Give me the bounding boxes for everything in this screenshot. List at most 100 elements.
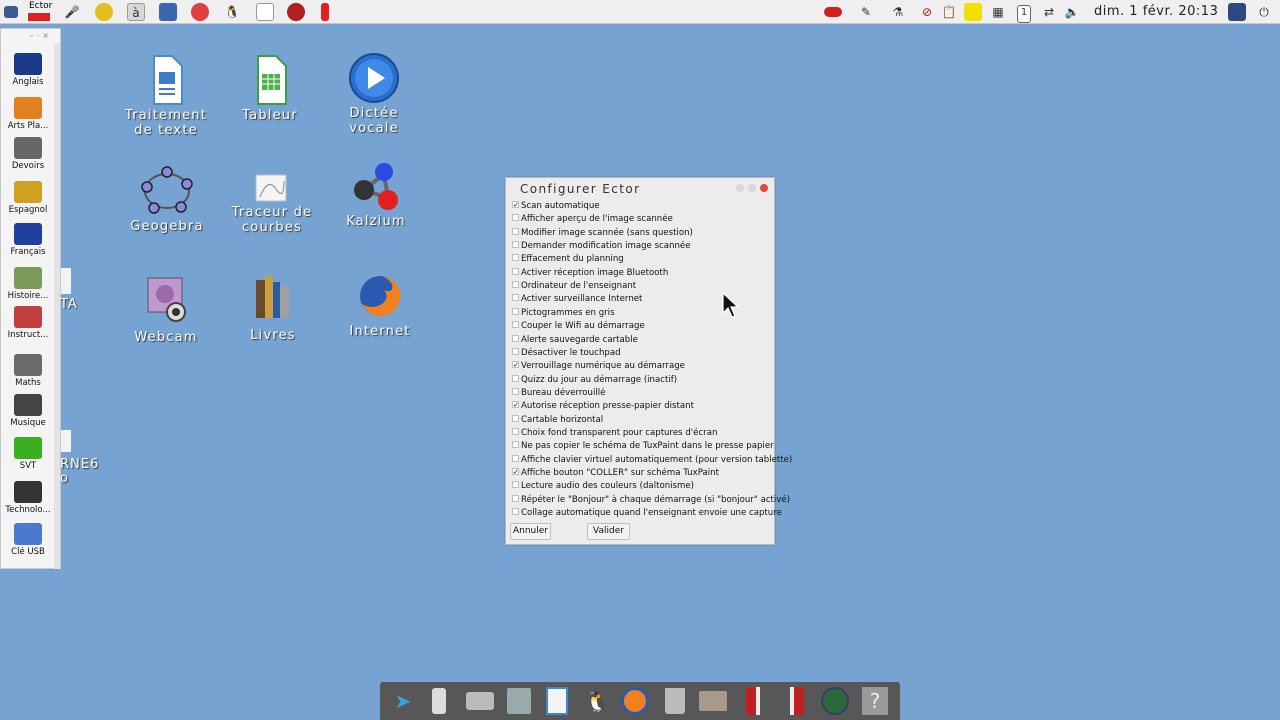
option-checkbox[interactable]: [512, 294, 519, 302]
text-editor-icon[interactable]: à: [127, 3, 145, 21]
option-row[interactable]: Alerte sauvegarde cartable: [512, 334, 638, 348]
ector-launcher[interactable]: Ector: [27, 1, 52, 23]
dock-item-4[interactable]: Espagnol: [3, 181, 53, 223]
network-icon[interactable]: ⇄: [1040, 3, 1058, 21]
disc-icon[interactable]: [95, 3, 113, 21]
no-entry-icon[interactable]: ⊘: [918, 3, 936, 21]
dock-item-7[interactable]: Instruct...: [3, 306, 53, 348]
option-checkbox[interactable]: ✓: [512, 361, 519, 369]
option-row[interactable]: ✓ Affiche bouton "COLLER" sur schéma TuxP…: [512, 468, 719, 481]
option-row[interactable]: Quizz du jour au démarrage (inactif): [512, 374, 677, 388]
option-row[interactable]: Demander modification image scannée: [512, 241, 691, 254]
dock-item-8[interactable]: Maths: [3, 354, 53, 396]
option-row[interactable]: Bureau déverrouillé: [512, 387, 605, 401]
desktop-icon-geogebra[interactable]: Geogebra: [117, 165, 217, 234]
calculator-icon[interactable]: [504, 686, 534, 716]
calendar-icon[interactable]: [159, 3, 177, 21]
desktop-icon-kalzium[interactable]: Kalzium: [326, 160, 426, 229]
option-checkbox[interactable]: ✓: [512, 201, 519, 209]
maximize-icon[interactable]: [748, 184, 756, 192]
firefox-icon[interactable]: [620, 686, 650, 716]
dock-item-11[interactable]: Technolo...: [3, 481, 53, 523]
clock[interactable]: dim. 1 févr. 20:13: [1094, 4, 1218, 19]
option-checkbox[interactable]: [512, 494, 519, 502]
option-row[interactable]: Activer réception image Bluetooth: [512, 267, 668, 281]
option-checkbox[interactable]: [512, 454, 519, 462]
desktop-icon-dictation[interactable]: Dictée vocale: [324, 52, 424, 136]
option-checkbox[interactable]: [512, 347, 519, 355]
dock-item-1[interactable]: Anglais: [3, 53, 53, 95]
option-row[interactable]: Collage automatique quand l'enseignant e…: [512, 508, 782, 521]
option-checkbox[interactable]: [512, 387, 519, 395]
dock-item-10[interactable]: SVT: [3, 437, 53, 479]
option-row[interactable]: ✓ Autorise réception presse-papier distan…: [512, 401, 694, 414]
flag-badge-icon[interactable]: [287, 3, 305, 21]
notes-icon[interactable]: [964, 3, 982, 21]
option-checkbox[interactable]: [512, 414, 519, 422]
workspace-number-icon[interactable]: 1: [1017, 5, 1031, 23]
option-row[interactable]: Ne pas copier le schéma de TuxPaint dans…: [512, 441, 774, 454]
tux-icon[interactable]: 🐧: [223, 3, 241, 21]
dock-item-9[interactable]: Musique: [3, 394, 53, 436]
screen-icon[interactable]: [1228, 3, 1246, 21]
option-row[interactable]: ✓ Scan automatique: [512, 201, 600, 214]
dock-item-2[interactable]: Arts Pla...: [3, 97, 53, 139]
schoolbag-icon[interactable]: [738, 686, 768, 716]
option-row[interactable]: Cartable horizontal: [512, 414, 603, 428]
ok-button[interactable]: Valider: [587, 523, 630, 540]
flask-icon[interactable]: ⚗: [889, 3, 907, 21]
option-row[interactable]: Répéter le "Bonjour" à chaque démarrage …: [512, 494, 790, 508]
dock-item-12[interactable]: Clé USB: [3, 523, 53, 565]
desktop-icon-plotter[interactable]: Traceur de courbes: [222, 173, 322, 235]
dock-item-6[interactable]: Histoire...: [3, 267, 53, 309]
option-checkbox[interactable]: [512, 374, 519, 382]
option-row[interactable]: Afficher aperçu de l'image scannée: [512, 214, 673, 227]
desktop-icon-writer[interactable]: Traitement de texte: [116, 54, 216, 138]
option-row[interactable]: Affiche clavier virtuel automatiquement …: [512, 454, 792, 468]
power-icon[interactable]: ⏻: [1255, 3, 1273, 21]
microphone-icon[interactable]: 🎤: [63, 3, 81, 21]
notebook-icon[interactable]: [256, 3, 274, 21]
option-row[interactable]: Couper le Wifi au démarrage: [512, 321, 645, 334]
desktop-icon-calc[interactable]: Tableur: [220, 54, 320, 123]
option-row[interactable]: Désactiver le touchpad: [512, 347, 621, 361]
dock-item-5[interactable]: Français: [3, 223, 53, 265]
minimize-icon[interactable]: [736, 184, 744, 192]
dock-item-3[interactable]: Devoirs: [3, 137, 53, 179]
option-checkbox[interactable]: [512, 267, 519, 275]
menu-icon[interactable]: [4, 6, 18, 18]
option-row[interactable]: ✓ Verrouillage numérique au démarrage: [512, 361, 685, 374]
image-viewer-icon[interactable]: [542, 686, 572, 716]
option-checkbox[interactable]: [512, 254, 519, 262]
option-checkbox[interactable]: [512, 227, 519, 235]
trash-icon[interactable]: [660, 686, 690, 716]
option-checkbox[interactable]: [512, 307, 519, 315]
option-checkbox[interactable]: ✓: [512, 468, 519, 476]
option-checkbox[interactable]: [512, 508, 519, 516]
cancel-button[interactable]: Annuler: [510, 523, 551, 540]
share-icon[interactable]: ➤: [388, 686, 418, 716]
desktop-icon-webcam[interactable]: Webcam: [116, 276, 216, 345]
option-checkbox[interactable]: [512, 427, 519, 435]
dock-window-controls[interactable]: –·×: [30, 31, 52, 40]
option-row[interactable]: Modifier image scannée (sans question): [512, 227, 693, 241]
option-checkbox[interactable]: [512, 214, 519, 222]
option-checkbox[interactable]: ✓: [512, 401, 519, 409]
bookmark-icon[interactable]: [321, 3, 329, 21]
option-row[interactable]: Activer surveillance Internet: [512, 294, 642, 307]
option-row[interactable]: Ordinateur de l'enseignant: [512, 281, 636, 294]
option-checkbox[interactable]: [512, 321, 519, 329]
desktop-icon-books[interactable]: Livres: [223, 274, 323, 343]
option-checkbox[interactable]: [512, 241, 519, 249]
option-checkbox[interactable]: [512, 441, 519, 449]
help-icon[interactable]: ?: [860, 686, 890, 716]
desktop-icon-internet[interactable]: Internet: [330, 270, 430, 339]
camera-icon[interactable]: [465, 686, 495, 716]
clipboard-icon[interactable]: 📋: [940, 3, 958, 21]
battery-icon[interactable]: [424, 686, 454, 716]
mouth-icon[interactable]: [824, 7, 842, 17]
close-icon[interactable]: [760, 184, 768, 192]
globe-icon[interactable]: [820, 686, 850, 716]
schoolbag-alt-icon[interactable]: [782, 686, 812, 716]
pencil-notes-icon[interactable]: ✎: [857, 3, 875, 21]
